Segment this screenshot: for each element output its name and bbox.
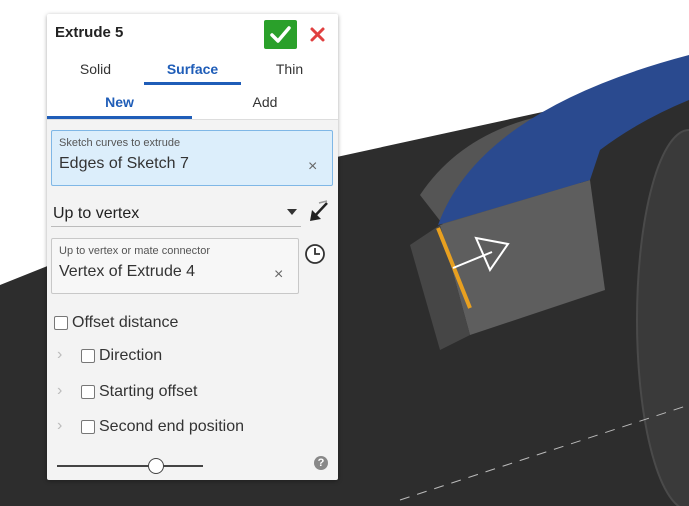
tab-solid[interactable]: Solid <box>47 61 144 77</box>
clear-sketch-curves-button[interactable]: × <box>308 158 317 176</box>
offset-distance-box[interactable] <box>54 316 68 330</box>
end-type-dropdown[interactable]: Up to vertex <box>51 200 301 227</box>
active-mode-indicator <box>47 116 192 119</box>
help-icon[interactable]: ? <box>314 456 328 470</box>
vertex-field[interactable]: Up to vertex or mate connector Vertex of… <box>51 238 299 294</box>
direction-box[interactable] <box>81 349 95 363</box>
dialog-title: Extrude 5 <box>55 24 124 41</box>
slider-thumb[interactable] <box>148 458 165 474</box>
tab-thin[interactable]: Thin <box>241 61 338 77</box>
sketch-curves-value: Edges of Sketch 7 <box>59 155 189 172</box>
sketch-curves-field[interactable]: Sketch curves to extrude Edges of Sketch… <box>51 130 333 186</box>
second-end-expand-chevron-icon[interactable]: › <box>57 417 62 435</box>
second-end-label: Second end position <box>99 418 244 435</box>
tab-surface[interactable]: Surface <box>144 61 241 77</box>
slider-track <box>57 465 203 467</box>
end-type-value: Up to vertex <box>53 205 140 222</box>
starting-offset-label: Starting offset <box>99 383 198 400</box>
clear-vertex-button[interactable]: × <box>274 266 283 284</box>
direction-expand-chevron-icon[interactable]: › <box>57 346 62 364</box>
second-end-box[interactable] <box>81 420 95 434</box>
detail-slider[interactable] <box>57 458 203 474</box>
tab-new[interactable]: New <box>47 94 192 110</box>
extrude-dialog: Extrude 5 Solid Surface Thin New Add Ske… <box>47 14 338 480</box>
dialog-header: Extrude 5 <box>47 14 338 53</box>
vertex-field-label: Up to vertex or mate connector <box>59 245 211 257</box>
offset-distance-label: Offset distance <box>72 314 179 331</box>
sketch-curves-label: Sketch curves to extrude <box>59 137 181 149</box>
extrude-type-tabs: Solid Surface Thin <box>47 52 338 86</box>
checkmark-icon <box>270 26 291 43</box>
close-icon <box>310 27 325 42</box>
accept-button[interactable] <box>264 20 297 49</box>
vertex-field-value: Vertex of Extrude 4 <box>59 263 196 280</box>
mate-connector-icon[interactable] <box>304 243 326 265</box>
operation-tabs: New Add <box>47 85 338 120</box>
chevron-down-icon <box>287 209 297 215</box>
direction-label: Direction <box>99 347 163 364</box>
starting-offset-box[interactable] <box>81 385 95 399</box>
flip-direction-icon[interactable] <box>307 197 333 225</box>
starting-offset-expand-chevron-icon[interactable]: › <box>57 382 62 400</box>
cancel-button[interactable] <box>304 20 332 49</box>
tab-add[interactable]: Add <box>192 94 338 110</box>
